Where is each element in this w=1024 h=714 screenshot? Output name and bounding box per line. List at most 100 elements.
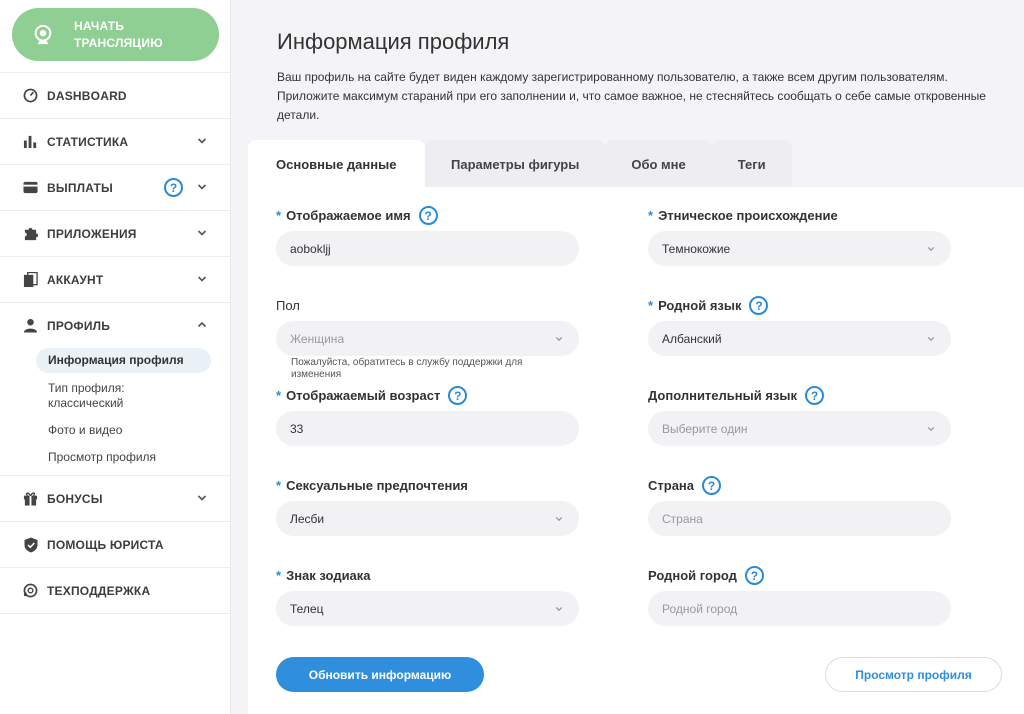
chevron-down-icon (555, 606, 563, 612)
hometown-input[interactable]: Родной город (648, 591, 951, 626)
chevron-down-icon (927, 426, 935, 432)
sidebar-item-label: ТЕХПОДДЕРЖКА (47, 583, 151, 598)
extra-language-label-text: Дополнительный язык (648, 388, 797, 403)
start-button-line1: НАЧАТЬ (74, 18, 125, 33)
zodiac-label: * Знак зодиака (276, 568, 371, 583)
profile-tabs: Основные данные Параметры фигуры Обо мне… (248, 140, 792, 188)
sidebar-item-label: ВЫПЛАТЫ (47, 180, 114, 195)
sidebar-item-profile[interactable]: ПРОФИЛЬ (0, 302, 231, 348)
help-icon[interactable]: ? (418, 206, 438, 225)
sidebar-item-label: СТАТИСТИКА (47, 134, 129, 149)
sidebar-item-legal-help[interactable]: ПОМОЩЬ ЮРИСТА (0, 521, 231, 567)
tab-figure-params[interactable]: Параметры фигуры (425, 140, 606, 188)
shield-icon (22, 536, 39, 553)
required-mark: * (648, 298, 654, 313)
chevron-down-icon (197, 276, 207, 282)
chevron-up-icon (197, 321, 207, 328)
sidebar-item-label: ПРИЛОЖЕНИЯ (47, 226, 137, 241)
sidebar-item-dashboard[interactable]: DASHBOARD (0, 72, 231, 118)
preview-profile-button[interactable]: Просмотр профиля (825, 657, 1002, 692)
required-mark: * (276, 388, 282, 403)
ethnicity-label: * Этническое происхождение (648, 208, 838, 223)
gauge-icon (22, 87, 39, 104)
native-language-value: Албанский (662, 331, 722, 346)
sidebar-item-payouts[interactable]: ВЫПЛАТЫ ? (0, 164, 231, 210)
country-input[interactable]: Страна (648, 501, 951, 536)
required-mark: * (276, 568, 282, 583)
support-headset-icon (22, 582, 39, 599)
bar-chart-icon (22, 133, 39, 150)
help-icon[interactable]: ? (749, 296, 769, 315)
chevron-down-icon (197, 184, 207, 190)
submenu-item-profile-info[interactable]: Информация профиля (36, 348, 211, 373)
sidebar-item-statistics[interactable]: СТАТИСТИКА (0, 118, 231, 164)
submenu-item-profile-type[interactable]: Тип профиля: классический (0, 381, 150, 411)
page-description: Ваш профиль на сайте будет виден каждому… (277, 70, 986, 122)
hometown-placeholder: Родной город (662, 601, 738, 616)
display-name-label: * Отображаемое имя ? (276, 206, 438, 225)
sidebar-item-label: АККАУНТ (47, 272, 104, 287)
chevron-down-icon (197, 138, 207, 144)
gender-label: Пол (276, 298, 300, 313)
submenu-item-profile-preview[interactable]: Просмотр профиля (0, 450, 231, 465)
help-icon[interactable]: ? (164, 178, 183, 197)
sidebar-nav: DASHBOARD СТАТИСТИКА ВЫПЛАТЫ ? ПРИЛОЖЕНИ… (0, 72, 231, 614)
sidebar-item-label: БОНУСЫ (47, 491, 103, 506)
help-icon[interactable]: ? (702, 476, 722, 495)
ethnicity-label-text: Этническое происхождение (658, 208, 838, 223)
age-label: * Отображаемый возраст ? (276, 386, 468, 405)
age-input[interactable]: 33 (276, 411, 579, 446)
country-placeholder: Страна (662, 511, 703, 526)
sidebar-item-bonuses[interactable]: БОНУСЫ (0, 475, 231, 521)
start-button-line2: ТРАНСЛЯЦИЮ (74, 35, 163, 50)
tab-tags[interactable]: Теги (711, 140, 792, 188)
zodiac-select[interactable]: Телец (276, 591, 579, 626)
update-info-button[interactable]: Обновить информацию (276, 657, 484, 692)
display-name-input[interactable]: aobokljj (276, 231, 579, 266)
help-icon[interactable]: ? (805, 386, 824, 405)
extra-language-label: Дополнительный язык ? (648, 386, 824, 405)
extra-language-placeholder: Выберите один (662, 421, 748, 436)
sidebar-item-label: DASHBOARD (47, 88, 127, 103)
webcam-icon (34, 24, 52, 44)
required-mark: * (276, 208, 282, 223)
sidebar-item-account[interactable]: АККАУНТ (0, 256, 231, 302)
sexual-pref-select[interactable]: Лесби (276, 501, 579, 536)
required-mark: * (648, 208, 654, 223)
gift-icon (22, 490, 39, 507)
zodiac-label-text: Знак зодиака (286, 568, 371, 583)
sidebar-item-label: ПОМОЩЬ ЮРИСТА (47, 537, 164, 552)
gender-select[interactable]: Женщина (276, 321, 579, 356)
user-icon (22, 317, 39, 334)
ethnicity-select[interactable]: Темнокожие (648, 231, 951, 266)
sidebar-divider (0, 613, 231, 614)
sexual-pref-value: Лесби (290, 511, 325, 526)
sidebar-item-apps[interactable]: ПРИЛОЖЕНИЯ (0, 210, 231, 256)
sidebar-item-support[interactable]: ТЕХПОДДЕРЖКА (0, 567, 231, 613)
start-broadcast-button[interactable]: НАЧАТЬ ТРАНСЛЯЦИЮ (12, 8, 219, 61)
gender-label-text: Пол (276, 298, 300, 313)
tab-basic-data[interactable]: Основные данные (248, 140, 425, 188)
display-name-label-text: Отображаемое имя (286, 208, 411, 223)
sidebar-item-label: ПРОФИЛЬ (47, 318, 111, 333)
hometown-label-text: Родной город (648, 568, 737, 583)
zodiac-value: Телец (290, 601, 324, 616)
submenu-item-photo-video[interactable]: Фото и видео (0, 423, 231, 438)
extra-language-select[interactable]: Выберите один (648, 411, 951, 446)
hometown-label: Родной город ? (648, 566, 764, 585)
chevron-down-icon (197, 230, 207, 236)
native-language-select[interactable]: Албанский (648, 321, 951, 356)
help-icon[interactable]: ? (744, 566, 764, 585)
sexual-pref-label-text: Сексуальные предпочтения (286, 478, 468, 493)
chevron-down-icon (197, 495, 207, 501)
chevron-down-icon (927, 336, 935, 342)
display-name-value: aobokljj (290, 241, 331, 256)
chevron-down-icon (555, 516, 563, 522)
country-label-text: Страна (648, 478, 695, 493)
chevron-down-icon (555, 336, 563, 342)
user-card-icon (22, 271, 39, 288)
help-icon[interactable]: ? (448, 386, 468, 405)
sidebar: НАЧАТЬ ТРАНСЛЯЦИЮ DASHBOARD СТАТИСТИКА В… (0, 0, 231, 714)
tab-about-me[interactable]: Обо мне (605, 140, 712, 188)
gender-value: Женщина (290, 331, 345, 346)
